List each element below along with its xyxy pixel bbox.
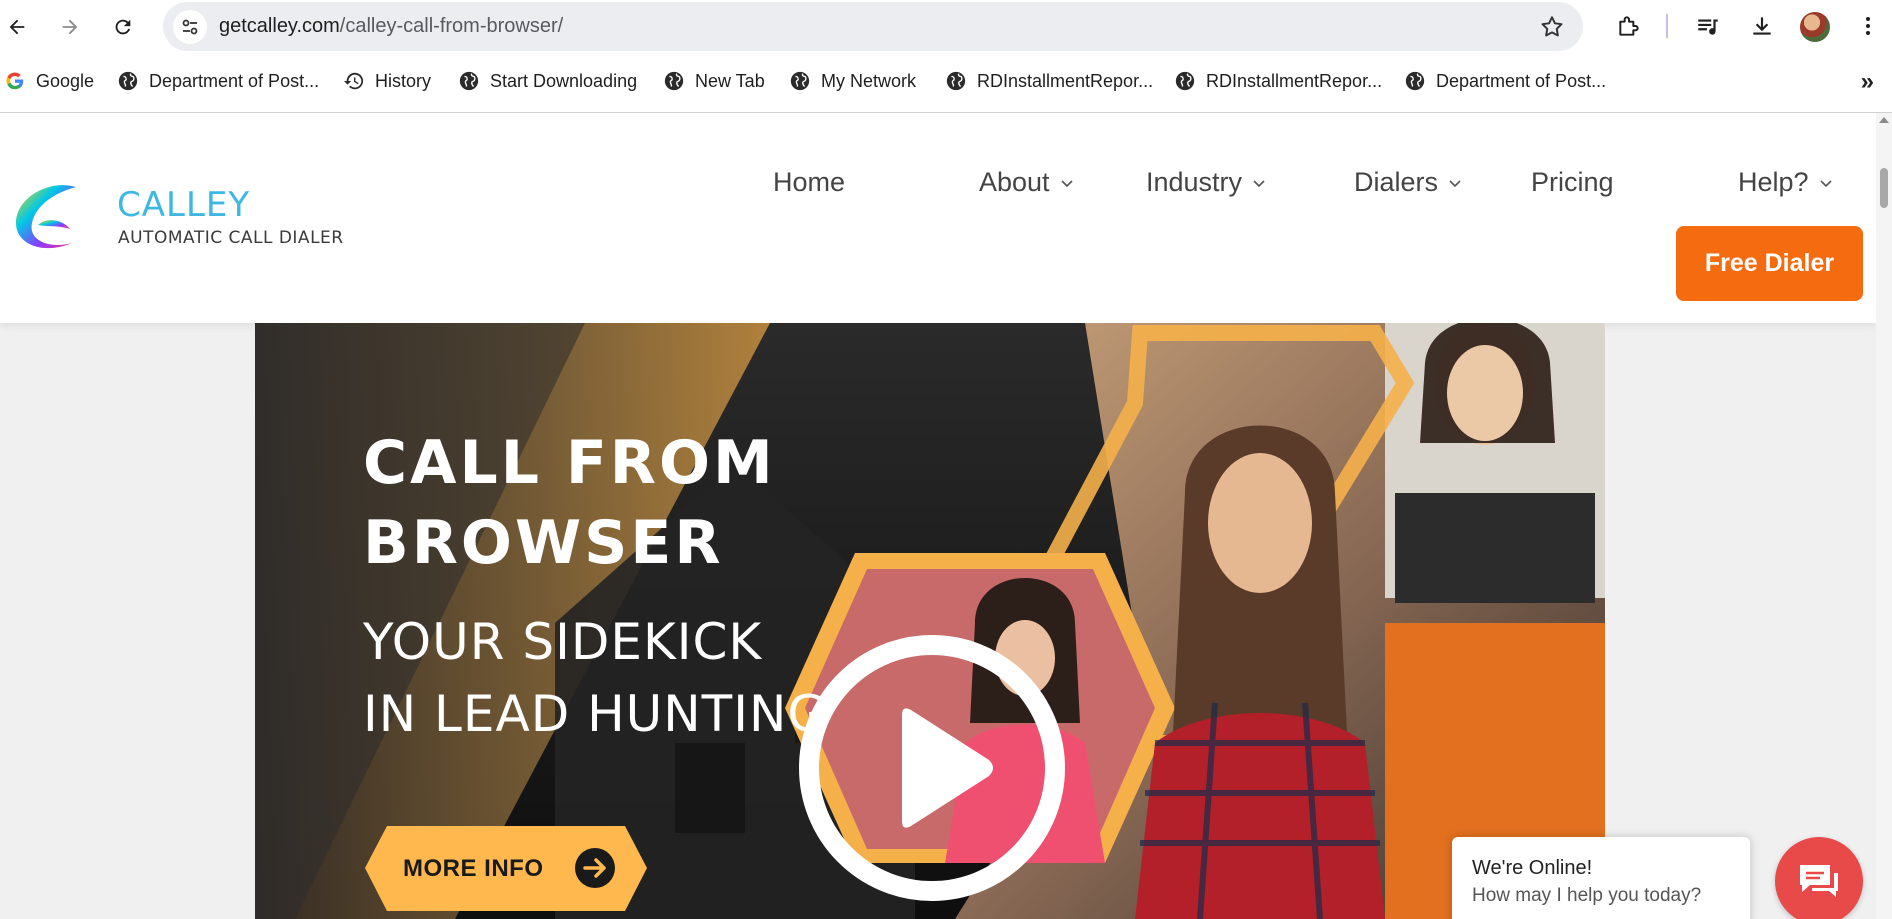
more-info-label[interactable]: MORE INFO (403, 855, 544, 883)
extensions-button[interactable] (1614, 11, 1644, 41)
bookmark-label: Start Downloading (490, 70, 638, 91)
back-arrow-icon (9, 19, 25, 35)
free-dialer-button[interactable]: Free Dialer (1676, 226, 1863, 301)
nav-home[interactable]: Home (773, 167, 845, 198)
url-path: /calley-call-from-browser/ (339, 15, 564, 37)
bookmark-label: My Network (821, 70, 917, 91)
bookmarks-bar: Google Department of Post... History Sta… (0, 60, 1892, 104)
bookmark-label: Department of Post... (1436, 70, 1607, 91)
reload-button[interactable] (106, 10, 140, 44)
bookmark-label: RDInstallmentRepor... (977, 70, 1154, 91)
play-video-icon[interactable] (797, 633, 1067, 903)
chevron-down-icon (1253, 179, 1265, 187)
address-bar[interactable]: getcalley.com/calley-call-from-browser/ (163, 2, 1583, 51)
bookmark-new-tab[interactable]: New Tab (663, 70, 765, 92)
brand-tagline: AUTOMATIC CALL DIALER (118, 228, 344, 248)
bookmark-label: RDInstallmentRepor... (1206, 70, 1383, 91)
nav-pricing[interactable]: Pricing (1531, 167, 1614, 198)
nav-about[interactable]: About (979, 167, 1074, 198)
bookmark-my-network[interactable]: My Network (789, 70, 916, 92)
scroll-up-arrow-icon[interactable] (1879, 117, 1889, 123)
browser-chrome: getcalley.com/calley-call-from-browser/ … (0, 0, 1892, 113)
forward-arrow-icon (62, 19, 78, 35)
media-controls-button[interactable] (1693, 11, 1723, 41)
hero-subtitle: YOUR SIDEKICK (363, 613, 763, 671)
profile-avatar[interactable] (1800, 12, 1830, 42)
chat-subtitle: How may I help you today? (1472, 885, 1702, 906)
download-icon (1753, 17, 1771, 35)
forward-button[interactable] (53, 10, 87, 44)
chat-greeting[interactable]: We're Online! How may I help you today? (1452, 837, 1750, 919)
scrollbar-thumb[interactable] (1880, 168, 1888, 208)
site-header: CALLEY AUTOMATIC CALL DIALER Home About … (0, 113, 1876, 323)
puzzle-icon (1619, 16, 1639, 36)
bookmark-label: History (375, 70, 432, 91)
more-vert-icon (1866, 17, 1870, 35)
chat-title: We're Online! (1472, 857, 1593, 879)
history-icon (343, 72, 364, 90)
bookmark-department-of-post-2[interactable]: Department of Post... (1404, 70, 1606, 92)
more-bookmarks-button[interactable]: » (1861, 68, 1874, 96)
browser-menu-button[interactable] (1853, 11, 1883, 41)
nav-label: Dialers (1354, 167, 1439, 197)
hero-title: CALL FROM (363, 428, 776, 498)
globe-icon (459, 71, 479, 91)
reload-icon (115, 19, 131, 35)
chevron-down-icon (1060, 179, 1073, 187)
globe-icon (790, 71, 810, 91)
nav-label: About (979, 167, 1050, 197)
tune-icon (182, 19, 198, 35)
calley-logo-icon[interactable] (10, 179, 90, 255)
hero-title: BROWSER (363, 508, 724, 578)
bookmark-google[interactable]: Google (4, 70, 94, 92)
page-viewport: CALLEY AUTOMATIC CALL DIALER Home About … (0, 113, 1892, 919)
hero-banner: CALL FROM BROWSER YOUR SIDEKICK IN LEAD … (255, 323, 1605, 919)
nav-label: Home (773, 167, 846, 197)
hero-subtitle: IN LEAD HUNTING (363, 685, 828, 743)
globe-icon (664, 71, 684, 91)
nav-label: Pricing (1531, 167, 1614, 197)
downloads-button[interactable] (1747, 11, 1777, 41)
chevron-down-icon (1819, 179, 1832, 187)
site-info-button[interactable] (173, 10, 207, 44)
chevron-down-icon (1449, 179, 1461, 187)
nav-dialers[interactable]: Dialers (1354, 167, 1462, 198)
google-icon (6, 72, 24, 90)
bookmark-start-downloading[interactable]: Start Downloading (458, 70, 637, 92)
bookmark-label: Department of Post... (149, 70, 320, 91)
nav-label: Industry (1146, 167, 1243, 197)
chat-icon (1800, 865, 1838, 897)
back-button[interactable] (0, 10, 34, 44)
bookmark-history[interactable]: History (343, 70, 431, 92)
globe-icon (118, 71, 138, 91)
globe-icon (1405, 71, 1425, 91)
url-text: getcalley.com/calley-call-from-browser/ (219, 15, 563, 38)
bookmark-label: Google (36, 70, 95, 91)
queue-music-icon (1698, 19, 1718, 35)
bookmark-department-of-post[interactable]: Department of Post... (117, 70, 319, 92)
globe-icon (946, 71, 966, 91)
brand-name[interactable]: CALLEY (117, 185, 250, 225)
globe-icon (1175, 71, 1195, 91)
bookmark-label: New Tab (695, 70, 765, 91)
bookmark-rd-installment-report-2[interactable]: RDInstallmentRepor... (1174, 70, 1382, 92)
url-host: getcalley.com (219, 15, 340, 37)
nav-industry[interactable]: Industry (1146, 167, 1266, 198)
bookmark-rd-installment-report-1[interactable]: RDInstallmentRepor... (945, 70, 1153, 92)
page-scrollbar[interactable] (1876, 113, 1892, 919)
toolbar-divider (1666, 14, 1668, 38)
chat-launcher-button[interactable] (1775, 837, 1863, 919)
nav-label: Help? (1738, 167, 1809, 197)
nav-help[interactable]: Help? (1738, 167, 1833, 198)
bookmark-star-icon[interactable] (1539, 14, 1565, 40)
